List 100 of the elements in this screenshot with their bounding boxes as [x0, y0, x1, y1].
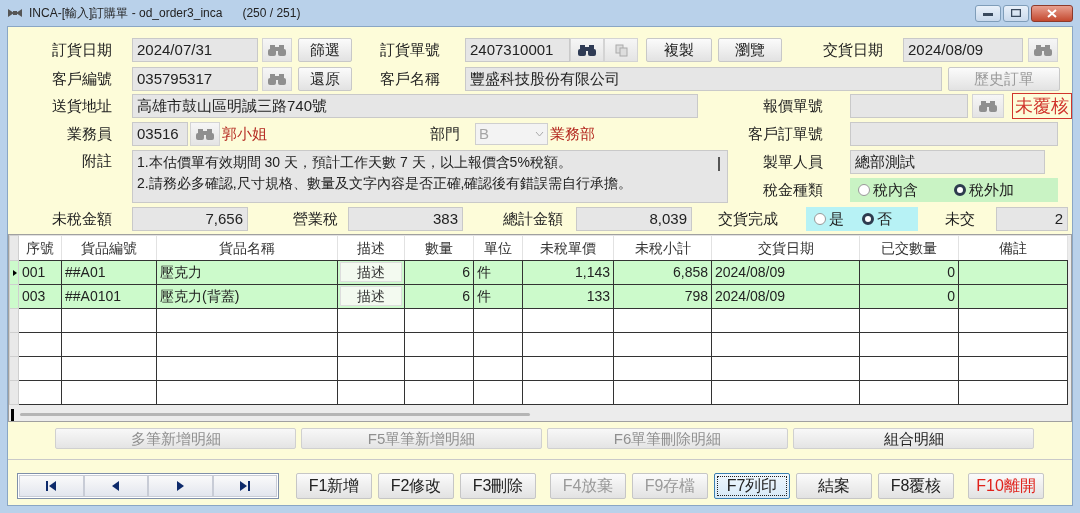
first-icon [44, 480, 59, 492]
delivery-date-field[interactable]: 2024/08/09 [903, 38, 1023, 62]
field-label: 交貨日期 [822, 39, 883, 60]
table-cell: 壓克力(背蓋) [160, 288, 240, 304]
restore-button[interactable]: 還原 [298, 67, 352, 91]
column-header[interactable]: 描述 [337, 235, 405, 261]
binoculars-icon [979, 99, 997, 113]
field-label: 報價單號 [762, 95, 823, 116]
column-header[interactable]: 備註 [958, 235, 1068, 261]
filter-button[interactable]: 篩選 [298, 38, 352, 62]
field-label: 交貨完成 [717, 208, 778, 229]
binoculars-icon [268, 72, 286, 86]
salesperson-field[interactable]: 03516 [132, 122, 188, 146]
salesperson-name: 郭小姐 [222, 123, 268, 144]
table-cell: 0 [947, 264, 955, 280]
binoculars-icon [578, 43, 596, 57]
quote-number-field[interactable] [850, 94, 968, 118]
function-button[interactable]: F2修改 [378, 473, 454, 499]
order-date-field[interactable]: 2024/07/31 [132, 38, 258, 62]
radio-option[interactable]: 否 [862, 207, 892, 231]
description-button[interactable]: 描述 [340, 286, 402, 306]
order-number-field[interactable]: 2407310001 [465, 38, 570, 62]
address-field[interactable]: 高雄市鼓山區明誠三路740號 [132, 94, 698, 118]
field-label: 送貨地址 [51, 95, 112, 116]
table-cell: 003 [22, 288, 46, 304]
column-header[interactable]: 序號 [18, 235, 62, 261]
field-label: 客戶編號 [51, 68, 112, 89]
previous-record-button[interactable] [83, 475, 148, 497]
first-record-button[interactable] [19, 475, 84, 497]
copy-icon [612, 43, 630, 57]
maximize-button[interactable] [1003, 4, 1029, 22]
field-label: 訂貨單號 [379, 39, 440, 60]
caret-icon [535, 131, 544, 137]
detail-button[interactable]: 組合明細 [793, 428, 1034, 449]
browse-button[interactable]: 瀏覽 [718, 38, 782, 62]
function-button[interactable]: F10離開 [968, 473, 1044, 499]
column-header[interactable]: 數量 [404, 235, 474, 261]
total-field[interactable]: 8,039 [576, 207, 692, 231]
column-header[interactable]: 交貨日期 [711, 235, 860, 261]
close-button[interactable] [1031, 4, 1073, 22]
customer-order-number-field[interactable] [850, 122, 1058, 146]
table-cell: ##A01 [65, 264, 106, 280]
scrollbar-thumb[interactable] [718, 157, 720, 171]
minimize-icon [983, 10, 993, 16]
binoculars-icon [196, 127, 214, 141]
column-header[interactable]: 已交數量 [859, 235, 959, 261]
table-cell: 1,143 [574, 264, 610, 280]
department-name: 業務部 [550, 123, 596, 144]
table-cell: 6,858 [672, 264, 708, 280]
note-field[interactable]: 1.本估價單有效期間 30 天，預計工作天數 7 天，以上報價含5%稅額。 2.請務必多確認,尺寸規格、數量及文字內容是否正確,確認後有錯誤需自行承擔。 [132, 150, 728, 203]
undelivered-field[interactable]: 2 [996, 207, 1068, 231]
table-cell: 6 [462, 288, 470, 304]
column-header[interactable]: 未稅單價 [522, 235, 614, 261]
column-header[interactable]: 貨品編號 [61, 235, 157, 261]
table-cell: 件 [477, 288, 491, 304]
subtotal-field[interactable]: 7,656 [132, 207, 248, 231]
record-counter: (250 / 251) [242, 5, 301, 22]
function-button[interactable]: F8覆核 [878, 473, 954, 499]
customer-name-field[interactable]: 豐盛科技股份有限公司 [465, 67, 942, 91]
function-button[interactable]: F3刪除 [460, 473, 536, 499]
lookup-button[interactable] [570, 38, 604, 62]
maximize-icon [1011, 9, 1021, 17]
status-stamp: 未覆核 [1012, 93, 1072, 119]
radio-option[interactable]: 稅內含 [858, 178, 918, 202]
minimize-button[interactable] [975, 4, 1001, 22]
table-cell: 6 [462, 264, 470, 280]
field-label: 未交 [944, 208, 975, 229]
field-label: 客戶訂單號 [747, 123, 823, 144]
radio-option[interactable]: 是 [814, 207, 844, 231]
scrollbar-track[interactable] [20, 413, 530, 416]
table-cell: ##A0101 [65, 288, 122, 304]
field-label: 部門 [429, 123, 460, 144]
scrollbar-thumb[interactable] [11, 408, 14, 421]
description-button[interactable]: 描述 [340, 262, 402, 282]
table-cell: 001 [22, 264, 46, 280]
field-label: 製單人員 [762, 151, 823, 172]
column-header[interactable]: 貨品名稱 [156, 235, 338, 261]
function-button[interactable]: F1新增 [296, 473, 372, 499]
app-icon [7, 7, 23, 19]
creator-field[interactable]: 總部測試 [850, 150, 1045, 174]
field-label: 客戶名稱 [379, 68, 440, 89]
copy-record-button[interactable]: 複製 [646, 38, 712, 62]
field-label: 業務員 [66, 123, 112, 144]
table-cell: 2024/08/09 [715, 264, 786, 280]
radio-option[interactable]: 稅外加 [954, 178, 1014, 202]
window-title: INCA-[輸入]訂購單 - od_order3_inca [29, 5, 223, 22]
close-icon [1047, 8, 1057, 18]
tax-field[interactable]: 383 [348, 207, 463, 231]
column-header[interactable]: 單位 [473, 235, 523, 261]
field-label: 未稅金額 [51, 208, 112, 229]
function-button[interactable]: 結案 [796, 473, 872, 499]
field-label: 稅金種類 [762, 179, 823, 200]
customer-number-field[interactable]: 035795317 [132, 67, 258, 91]
function-button[interactable]: F7列印 [714, 473, 790, 499]
table-cell: 壓克力 [160, 264, 202, 280]
next-record-button[interactable] [148, 475, 213, 497]
last-record-button[interactable] [212, 475, 277, 497]
column-header[interactable]: 未稅小計 [613, 235, 712, 261]
binoculars-icon [1034, 43, 1052, 57]
binoculars-icon [268, 43, 286, 57]
